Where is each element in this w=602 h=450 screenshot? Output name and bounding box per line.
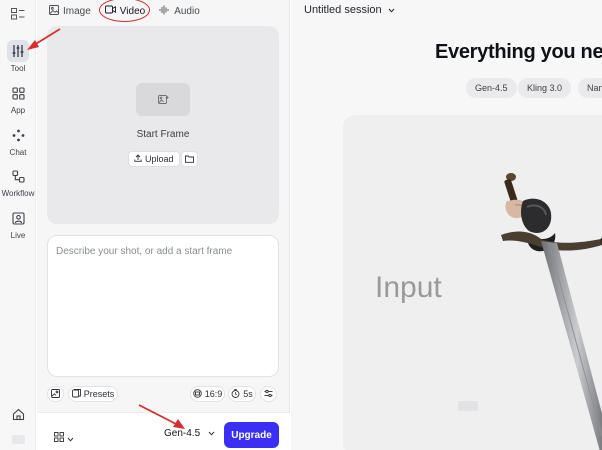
upgrade-button[interactable]: Upgrade bbox=[224, 422, 279, 448]
sidebar-item-tool[interactable]: Tool bbox=[0, 40, 36, 73]
model-chip[interactable]: Gen-4.5 bbox=[466, 78, 517, 98]
sidebar-toggle-icon[interactable] bbox=[9, 6, 27, 22]
tool-panel: Image Video Audio Start Frame Upload Des… bbox=[37, 0, 290, 450]
sidebar-item-label: App bbox=[10, 106, 26, 115]
sidebar-item-label: Workflow bbox=[1, 189, 35, 198]
timer-icon bbox=[231, 388, 240, 400]
prompt-input[interactable]: Describe your shot, or add a start frame bbox=[47, 235, 279, 377]
tab-label: Audio bbox=[174, 5, 200, 17]
folder-icon bbox=[185, 150, 194, 168]
image-plus-icon bbox=[51, 388, 60, 400]
sidebar-item-label: Tool bbox=[10, 64, 26, 73]
presets-label: Presets bbox=[83, 389, 115, 399]
preview-card[interactable]: Input bbox=[343, 115, 602, 450]
sidebar-item-workflow[interactable]: Workflow bbox=[0, 165, 36, 198]
prompt-placeholder: Describe your shot, or add a start frame bbox=[56, 246, 233, 257]
left-rail: Tool App Chat Workflow Live bbox=[0, 0, 36, 450]
settings-chip[interactable] bbox=[260, 386, 277, 402]
add-image-chip[interactable] bbox=[47, 386, 64, 402]
preview-label: Input bbox=[375, 271, 442, 304]
layout-selector[interactable] bbox=[54, 429, 74, 447]
start-frame-title: Start Frame bbox=[136, 129, 190, 140]
session-title: Untitled session bbox=[304, 4, 382, 16]
aspect-ratio-button[interactable]: 16:9 bbox=[190, 386, 225, 402]
nodes-icon bbox=[7, 124, 29, 146]
settings-row: Presets 16:9 5s bbox=[47, 386, 279, 404]
chevron-down-icon bbox=[67, 429, 74, 447]
start-frame-card[interactable]: Start Frame Upload bbox=[47, 26, 279, 224]
aspect-label: 16:9 bbox=[204, 389, 223, 399]
preview-tag bbox=[458, 401, 478, 411]
upload-button[interactable]: Upload bbox=[128, 151, 180, 167]
workflow-icon bbox=[7, 165, 29, 187]
page-headline: Everything you nee bbox=[435, 41, 602, 63]
session-selector[interactable]: Untitled session bbox=[304, 4, 395, 16]
panel-footer: Gen-4.5 Upgrade bbox=[37, 412, 290, 450]
sidebar-item-live[interactable]: Live bbox=[0, 207, 36, 240]
model-selector[interactable]: Gen-4.5 bbox=[164, 428, 215, 439]
duration-button[interactable]: 5s bbox=[228, 386, 256, 402]
presets-button[interactable]: Presets bbox=[68, 386, 118, 402]
model-chip[interactable]: Kling 3.0 bbox=[518, 78, 572, 98]
add-image-icon bbox=[136, 83, 190, 116]
live-icon bbox=[7, 207, 29, 229]
grid-icon bbox=[7, 82, 29, 104]
upload-label: Upload bbox=[145, 154, 174, 164]
account-swatch[interactable] bbox=[12, 435, 25, 444]
sidebar-item-chat[interactable]: Chat bbox=[0, 124, 36, 157]
sidebar-item-label: Live bbox=[10, 231, 26, 240]
image-icon bbox=[49, 4, 59, 18]
main-area: Untitled session Everything you nee Gen-… bbox=[291, 0, 602, 450]
model-chip[interactable]: Nan bbox=[578, 78, 602, 98]
tab-label: Image bbox=[63, 5, 91, 17]
sword-illustration bbox=[501, 173, 602, 450]
home-icon[interactable] bbox=[9, 405, 27, 423]
folder-button[interactable] bbox=[181, 151, 198, 167]
sliders-icon bbox=[7, 40, 29, 62]
aspect-icon bbox=[192, 388, 202, 400]
tab-audio[interactable]: Audio bbox=[159, 3, 200, 19]
presets-icon bbox=[71, 388, 81, 400]
chevron-down-icon bbox=[388, 4, 395, 16]
settings-sliders-icon bbox=[264, 389, 273, 400]
sidebar-item-label: Chat bbox=[9, 148, 27, 157]
upload-icon bbox=[134, 154, 142, 164]
duration-label: 5s bbox=[243, 389, 253, 399]
model-label: Gen-4.5 bbox=[164, 428, 201, 439]
sidebar-item-app[interactable]: App bbox=[0, 82, 36, 115]
tab-image[interactable]: Image bbox=[49, 3, 91, 19]
chevron-down-icon bbox=[208, 428, 215, 439]
grid-icon bbox=[54, 429, 64, 447]
waveform-icon bbox=[159, 5, 170, 18]
